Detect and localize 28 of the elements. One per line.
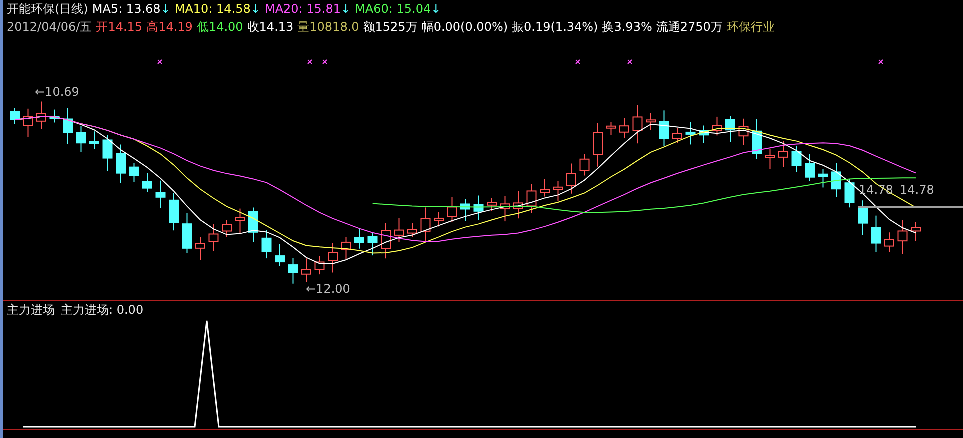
cross-marker-icon [878,60,884,64]
quote-field: 额1525万 [363,19,418,35]
quote-field: 高14.19 [146,19,193,35]
indicator-title: 主力进场 [7,302,55,318]
quote-field: 低14.00 [196,19,244,35]
indicator-reading: 主力进场: 0.00 [61,302,144,318]
industry-label: 环保行业 [726,19,775,35]
cross-marker-icon [322,60,328,64]
cross-marker-icon [628,60,632,64]
stock-name: 开能环保(日线) [7,1,88,17]
price-label: ←12.00 [306,282,350,296]
moving-average-reading: MA60: 15.04↓ [355,1,442,17]
quote-field: 振0.19(1.34%) [512,19,598,35]
moving-average-reading: MA10: 14.58↓ [174,1,261,17]
price-label: ←10.69 [35,85,80,99]
quote-field: 开14.15 [96,19,143,35]
moving-average-reading: MA20: 15.81↓ [264,1,352,17]
quote-field: 量10818.0 [298,19,360,35]
quote-field: 换3.93% [602,19,652,35]
quote-field: 幅0.00(0.00%) [422,19,508,35]
date-label: 2012/04/06/五 [7,19,92,35]
price-label: 14.78 [900,183,934,197]
cross-marker-icon [576,60,580,64]
moving-average-reading: MA5: 13.68↓ [92,1,171,17]
quote-field: 收14.13 [247,19,294,35]
cross-marker-icon [308,60,312,64]
cross-marker-icon [158,60,162,64]
quote-field: 流通2750万 [656,19,723,35]
